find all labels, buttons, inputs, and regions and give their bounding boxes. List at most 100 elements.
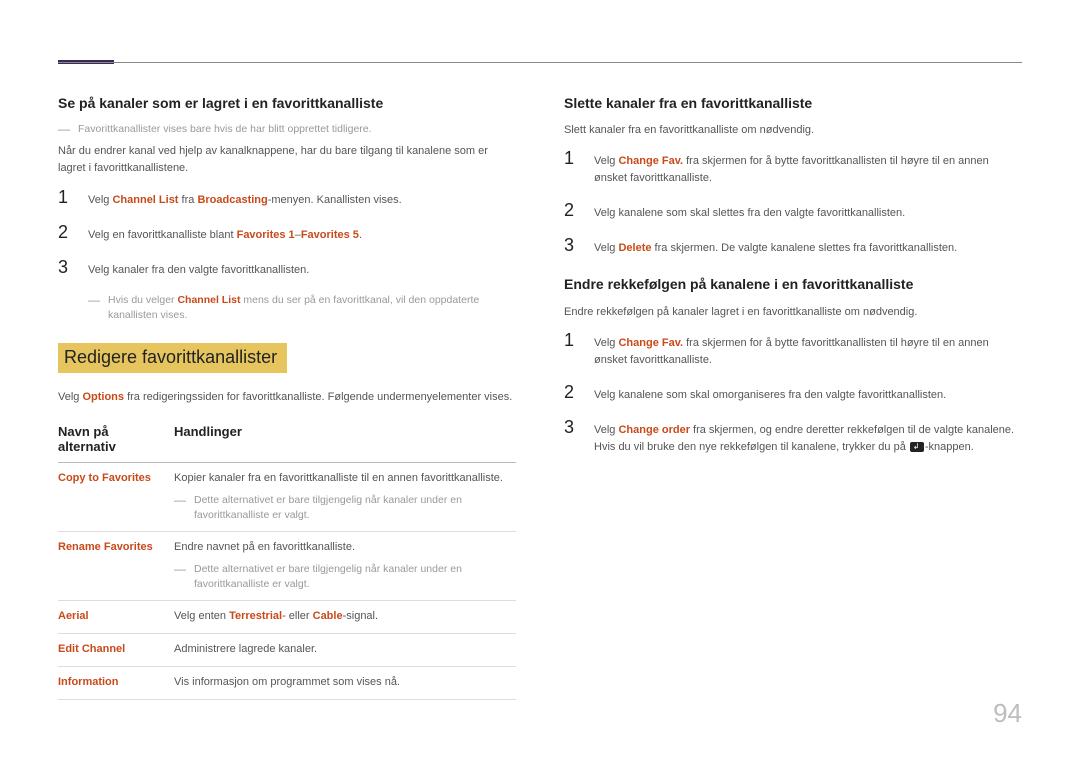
text-fragment: -menyen. Kanallisten vises. bbox=[268, 194, 402, 206]
note: ― Dette alternativet er bare tilgjengeli… bbox=[174, 493, 510, 523]
step-text: Velg en favorittkanalliste blant Favorit… bbox=[88, 227, 362, 244]
keyword: Change Fav. bbox=[618, 155, 683, 167]
two-column-layout: Se på kanaler som er lagret i en favorit… bbox=[58, 94, 1022, 700]
text-fragment: . bbox=[359, 229, 362, 241]
note: ― Hvis du velger Channel List mens du se… bbox=[88, 293, 516, 323]
text-fragment: Kopier kanaler fra en favorittkanalliste… bbox=[174, 472, 503, 484]
step-1: 1 Velg Channel List fra Broadcasting-men… bbox=[58, 188, 516, 209]
text-fragment: Velg bbox=[594, 242, 618, 254]
text-fragment: Velg bbox=[594, 337, 618, 349]
table-row: Copy to Favorites Kopier kanaler fra en … bbox=[58, 462, 516, 531]
intro-text: Slett kanaler fra en favorittkanalliste … bbox=[564, 122, 1022, 139]
section-heading: Endre rekkefølgen på kanalene i en favor… bbox=[564, 275, 1022, 293]
step-text: Velg Channel List fra Broadcasting-menye… bbox=[88, 192, 402, 209]
note: ― Dette alternativet er bare tilgjengeli… bbox=[174, 562, 510, 592]
note-dash-icon: ― bbox=[58, 122, 72, 137]
text-fragment: Hvis du velger bbox=[108, 294, 177, 306]
header-rule bbox=[58, 62, 1022, 63]
step-3: 3 Velg Change order fra skjermen, og end… bbox=[564, 418, 1022, 456]
table-row: Information Vis informasjon om programme… bbox=[58, 667, 516, 700]
highlighted-heading: Redigere favorittkanallister bbox=[58, 343, 287, 373]
note-dash-icon: ― bbox=[174, 493, 188, 523]
text-fragment: Velg enten bbox=[174, 610, 229, 622]
note-text: Hvis du velger Channel List mens du ser … bbox=[108, 293, 516, 323]
step-3: 3 Velg kanaler fra den valgte favorittka… bbox=[58, 258, 516, 279]
keyword: Channel List bbox=[112, 194, 178, 206]
text-fragment: fra bbox=[178, 194, 197, 206]
note-dash-icon: ― bbox=[174, 562, 188, 592]
section-heading: Se på kanaler som er lagret i en favorit… bbox=[58, 94, 516, 112]
table-row: Rename Favorites Endre navnet på en favo… bbox=[58, 532, 516, 601]
text-fragment: Velg bbox=[88, 194, 112, 206]
text-fragment: Velg bbox=[594, 155, 618, 167]
step-number: 2 bbox=[564, 201, 580, 219]
step-number: 1 bbox=[564, 149, 580, 167]
step-number: 1 bbox=[58, 188, 74, 206]
note-dash-icon: ― bbox=[88, 293, 102, 323]
step-number: 2 bbox=[58, 223, 74, 241]
keyword: Favorites 1 bbox=[237, 229, 295, 241]
table-row: Edit Channel Administrere lagrede kanale… bbox=[58, 634, 516, 667]
note: ― Favorittkanallister vises bare hvis de… bbox=[58, 122, 516, 137]
option-desc: Endre navnet på en favorittkanalliste. ―… bbox=[174, 532, 516, 601]
step-3: 3 Velg Delete fra skjermen. De valgte ka… bbox=[564, 236, 1022, 257]
step-text: Velg Delete fra skjermen. De valgte kana… bbox=[594, 240, 957, 257]
text-fragment: fra skjermen. De valgte kanalene slettes… bbox=[652, 242, 958, 254]
options-table: Navn på alternativ Handlinger Copy to Fa… bbox=[58, 416, 516, 701]
left-column: Se på kanaler som er lagret i en favorit… bbox=[58, 94, 516, 700]
right-column: Slette kanaler fra en favorittkanalliste… bbox=[564, 94, 1022, 700]
keyword: Options bbox=[82, 391, 124, 403]
text-fragment: fra redigeringssiden for favorittkanalli… bbox=[124, 391, 512, 403]
step-2: 2 Velg kanalene som skal omorganiseres f… bbox=[564, 383, 1022, 404]
intro-text: Når du endrer kanal ved hjelp av kanalkn… bbox=[58, 143, 516, 177]
keyword: Cable bbox=[313, 610, 343, 622]
step-2: 2 Velg en favorittkanalliste blant Favor… bbox=[58, 223, 516, 244]
page-number: 94 bbox=[993, 698, 1022, 729]
step-text: Velg Change order fra skjermen, og endre… bbox=[594, 422, 1022, 456]
keyword: Delete bbox=[618, 242, 651, 254]
step-text: Velg kanalene som skal slettes fra den v… bbox=[594, 205, 905, 222]
note-text: Favorittkanallister vises bare hvis de h… bbox=[78, 122, 372, 137]
document-page: Se på kanaler som er lagret i en favorit… bbox=[0, 0, 1080, 763]
option-name: Copy to Favorites bbox=[58, 472, 151, 484]
option-name: Rename Favorites bbox=[58, 541, 153, 553]
intro-text: Velg Options fra redigeringssiden for fa… bbox=[58, 389, 516, 406]
text-fragment: Velg en favorittkanalliste blant bbox=[88, 229, 237, 241]
keyword: Terrestrial bbox=[229, 610, 282, 622]
option-desc: Kopier kanaler fra en favorittkanalliste… bbox=[174, 462, 516, 531]
option-desc: Velg enten Terrestrial- eller Cable-sign… bbox=[174, 601, 516, 634]
keyword: Channel List bbox=[177, 294, 240, 306]
step-text: Velg Change Fav. fra skjermen for å bytt… bbox=[594, 335, 1022, 369]
note-text: Dette alternativet er bare tilgjengelig … bbox=[194, 493, 510, 523]
text-fragment: -knappen. bbox=[925, 441, 974, 453]
step-number: 3 bbox=[564, 418, 580, 436]
enter-button-icon bbox=[910, 442, 924, 452]
step-1: 1 Velg Change Fav. fra skjermen for å by… bbox=[564, 331, 1022, 369]
keyword: Change Fav. bbox=[618, 337, 683, 349]
text-fragment: Velg bbox=[594, 424, 618, 436]
text-fragment: Endre navnet på en favorittkanalliste. bbox=[174, 541, 355, 553]
step-number: 2 bbox=[564, 383, 580, 401]
step-2: 2 Velg kanalene som skal slettes fra den… bbox=[564, 201, 1022, 222]
option-desc: Vis informasjon om programmet som vises … bbox=[174, 667, 516, 700]
step-number: 3 bbox=[58, 258, 74, 276]
intro-text: Endre rekkefølgen på kanaler lagret i en… bbox=[564, 304, 1022, 321]
step-number: 1 bbox=[564, 331, 580, 349]
text-fragment: - eller bbox=[282, 610, 313, 622]
text-fragment: Velg bbox=[58, 391, 82, 403]
section-heading: Slette kanaler fra en favorittkanalliste bbox=[564, 94, 1022, 112]
table-row: Aerial Velg enten Terrestrial- eller Cab… bbox=[58, 601, 516, 634]
step-text: Velg kanalene som skal omorganiseres fra… bbox=[594, 387, 946, 404]
step-text: Velg kanaler fra den valgte favorittkana… bbox=[88, 262, 309, 279]
keyword: Change order bbox=[618, 424, 690, 436]
text-fragment: -signal. bbox=[343, 610, 378, 622]
step-1: 1 Velg Change Fav. fra skjermen for å by… bbox=[564, 149, 1022, 187]
table-header: Navn på alternativ bbox=[58, 416, 174, 463]
step-number: 3 bbox=[564, 236, 580, 254]
option-name: Aerial bbox=[58, 610, 89, 622]
table-header: Handlinger bbox=[174, 416, 516, 463]
step-text: Velg Change Fav. fra skjermen for å bytt… bbox=[594, 153, 1022, 187]
note-text: Dette alternativet er bare tilgjengelig … bbox=[194, 562, 510, 592]
option-name: Information bbox=[58, 676, 119, 688]
keyword: Broadcasting bbox=[197, 194, 267, 206]
